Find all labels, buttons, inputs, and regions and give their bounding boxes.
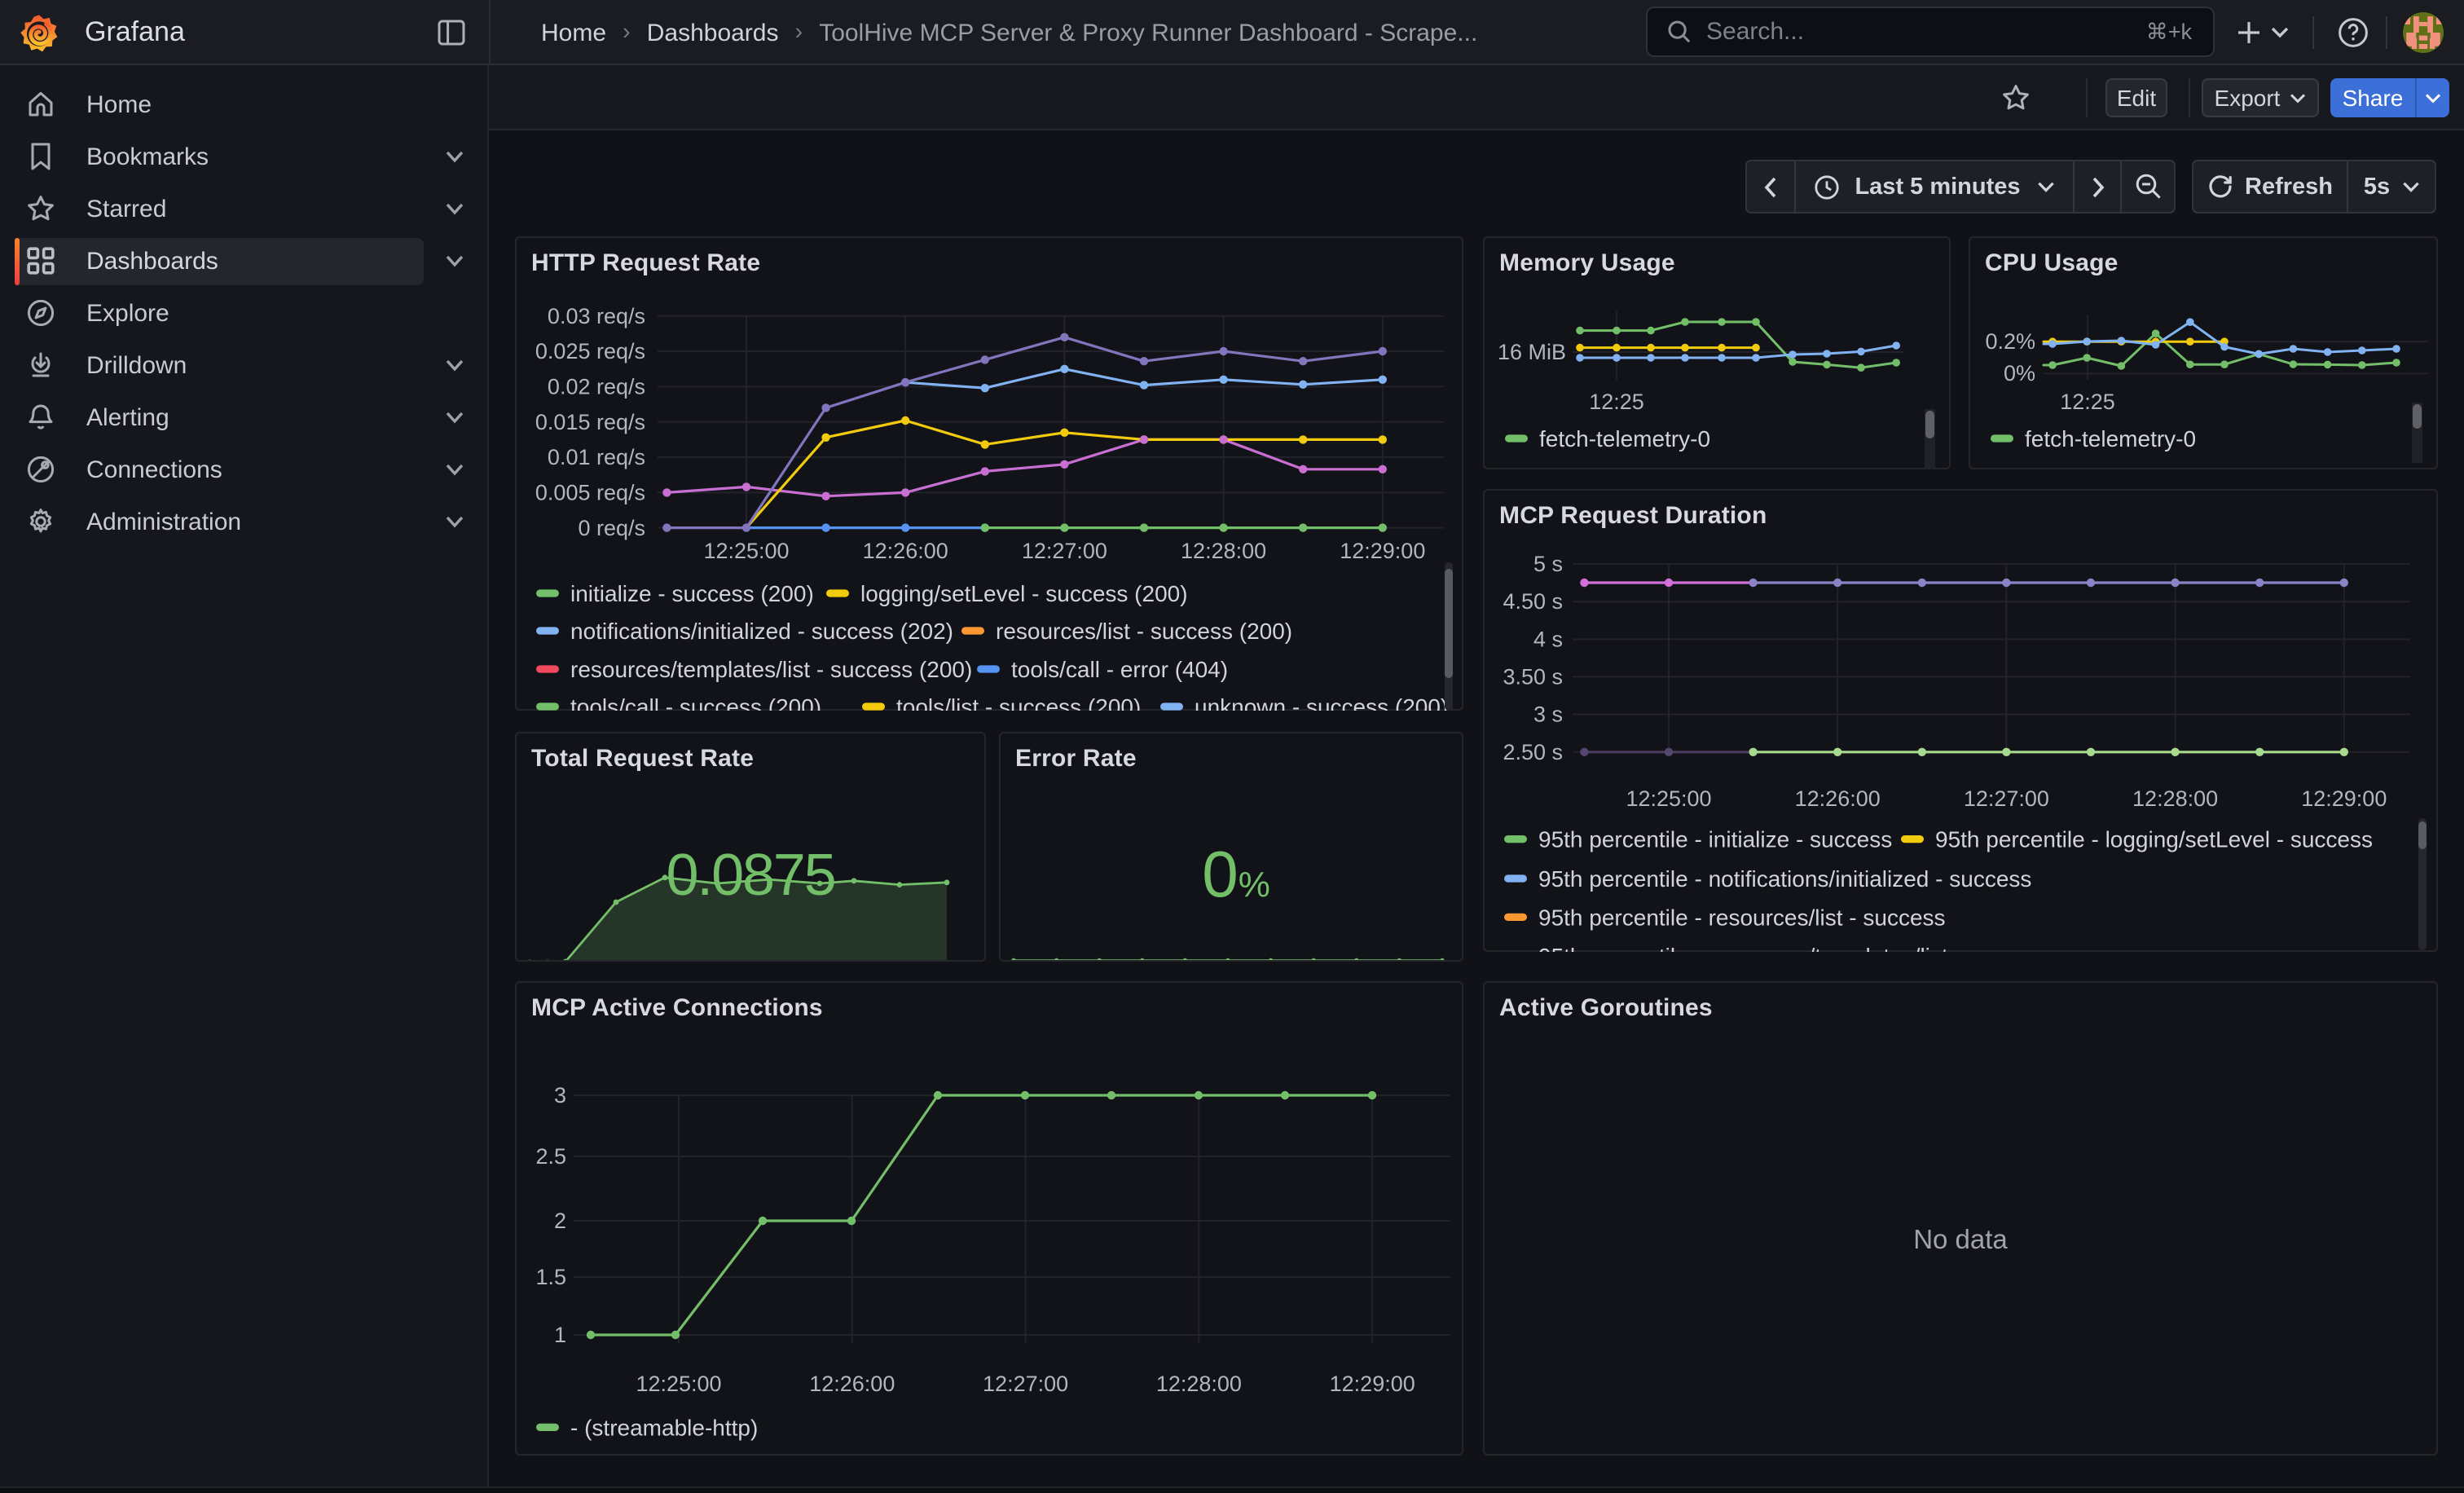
svg-text:12:25:00: 12:25:00 [636, 1372, 721, 1396]
svg-text:0.01 req/s: 0.01 req/s [548, 445, 645, 469]
svg-text:12:26:00: 12:26:00 [863, 539, 948, 563]
svg-text:12:29:00: 12:29:00 [2301, 786, 2387, 811]
svg-text:12:25: 12:25 [2060, 390, 2115, 414]
svg-text:logging/setLevel - success (20: logging/setLevel - success (200) [860, 581, 1188, 606]
svg-text:tools/call - error (404): tools/call - error (404) [1011, 657, 1228, 682]
svg-text:0.025 req/s: 0.025 req/s [535, 339, 645, 363]
svg-text:12:25:00: 12:25:00 [703, 539, 789, 563]
svg-text:12:25: 12:25 [1589, 390, 1644, 414]
svg-text:95th percentile - notification: 95th percentile - notifications/initiali… [1538, 866, 2031, 892]
svg-text:12:28:00: 12:28:00 [1156, 1372, 1242, 1396]
svg-text:95th percentile - logging/setL: 95th percentile - logging/setLevel - suc… [1935, 827, 2373, 852]
svg-text:unknown - success (200): unknown - success (200) [1195, 694, 1448, 711]
svg-text:- (streamable-http): - (streamable-http) [570, 1415, 758, 1440]
svg-text:notifications/initialized - su: notifications/initialized - success (202… [570, 619, 953, 644]
svg-text:16 MiB: 16 MiB [1498, 340, 1566, 364]
svg-text:12:27:00: 12:27:00 [983, 1372, 1068, 1396]
svg-text:2.5: 2.5 [535, 1144, 566, 1169]
svg-text:1.5: 1.5 [535, 1265, 566, 1289]
svg-text:0.02 req/s: 0.02 req/s [548, 374, 645, 399]
svg-text:95th percentile - resources/te: 95th percentile - resources/templates/li… [1538, 944, 2051, 952]
svg-text:0.03 req/s: 0.03 req/s [548, 304, 645, 328]
svg-text:12:28:00: 12:28:00 [1181, 539, 1266, 563]
svg-text:12:26:00: 12:26:00 [809, 1372, 895, 1396]
svg-text:0.2%: 0.2% [1985, 329, 2035, 354]
svg-text:2: 2 [554, 1209, 566, 1233]
svg-text:12:27:00: 12:27:00 [1964, 786, 2049, 811]
svg-text:initialize - success (200): initialize - success (200) [570, 581, 814, 606]
svg-text:resources/templates/list - suc: resources/templates/list - success (200) [570, 657, 972, 682]
svg-text:12:29:00: 12:29:00 [1330, 1372, 1415, 1396]
svg-text:0.005 req/s: 0.005 req/s [535, 480, 645, 504]
svg-text:12:29:00: 12:29:00 [1340, 539, 1425, 563]
svg-text:2.50 s: 2.50 s [1503, 740, 1563, 764]
svg-text:12:27:00: 12:27:00 [1022, 539, 1107, 563]
svg-text:12:25:00: 12:25:00 [1626, 786, 1711, 811]
svg-text:3: 3 [554, 1083, 566, 1108]
svg-text:12:26:00: 12:26:00 [1795, 786, 1881, 811]
svg-text:resources/list - success (200): resources/list - success (200) [996, 619, 1292, 644]
svg-text:3 s: 3 s [1533, 702, 1563, 727]
svg-text:tools/call - success (200): tools/call - success (200) [570, 694, 821, 711]
svg-text:95th percentile - resources/li: 95th percentile - resources/list - succe… [1538, 905, 1946, 930]
svg-text:fetch-telemetry-0: fetch-telemetry-0 [2025, 426, 2196, 451]
svg-text:5 s: 5 s [1533, 552, 1563, 576]
svg-text:4 s: 4 s [1533, 627, 1563, 651]
svg-text:95th percentile - initialize -: 95th percentile - initialize - success [1538, 827, 1892, 852]
svg-text:tools/list - success (200): tools/list - success (200) [896, 694, 1141, 711]
svg-text:fetch-telemetry-0: fetch-telemetry-0 [1539, 426, 1710, 451]
svg-text:1: 1 [554, 1323, 566, 1347]
svg-text:3.50 s: 3.50 s [1503, 664, 1563, 689]
svg-text:0.015 req/s: 0.015 req/s [535, 410, 645, 434]
svg-text:4.50 s: 4.50 s [1503, 589, 1563, 614]
svg-text:0 req/s: 0 req/s [578, 516, 645, 540]
svg-text:12:28:00: 12:28:00 [2132, 786, 2218, 811]
svg-text:0%: 0% [2004, 361, 2035, 385]
